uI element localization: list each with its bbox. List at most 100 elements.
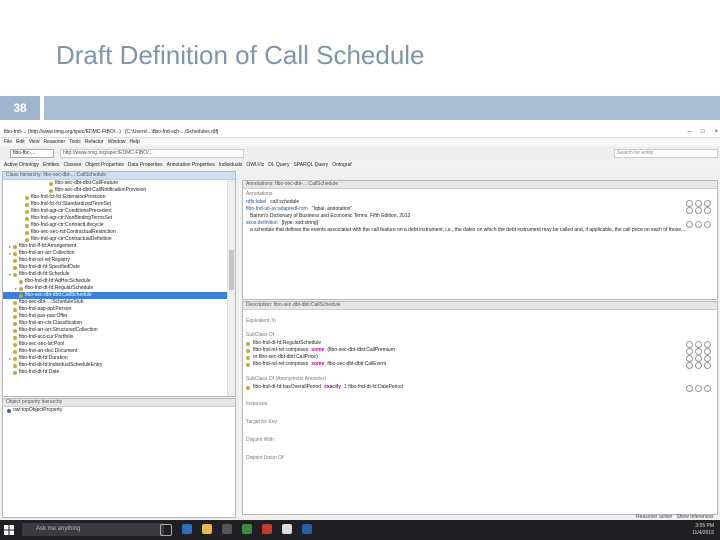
clock-date: 11/4/2015 [692,530,714,536]
tree-item[interactable]: fibo-sec-dbt-dbti:CallFeature [3,180,227,187]
tree-item[interactable]: ▸ fibo-fnd-dt-fd:Duration [3,355,227,362]
class-icon [13,300,17,305]
tree-item[interactable]: fibo-fnd-rel-rel:Registry [3,257,227,264]
section-target-for-key[interactable]: Target for Key [243,417,717,427]
tree-item[interactable]: fibo-fnd-arr-cls:Classification [3,320,227,327]
store-icon[interactable] [222,524,232,534]
equivalent-to-label: Equivalent To [246,318,276,324]
menu-item-help[interactable]: Help [130,139,140,145]
annotation-value: "Iqbal, annotation" [311,206,353,212]
tree-item[interactable]: owl:topObjectProperty [3,407,235,414]
description-header: Description: fibo-sec-dbt-dbti:CallSched… [243,302,717,310]
tree-item[interactable]: fibo-fnd-agr-ctr:ConditionsPrecedent [3,208,227,215]
tree-item[interactable]: fibo-sec-sec-rst:ContractualRestriction [3,229,227,236]
tree-item[interactable]: fibo-fnd-agr-ctr:ContractualDefinition [3,236,227,243]
tree-item[interactable]: fibo-sec-dbt-...:ScheduleStub [3,299,227,306]
tab-annotation-properties[interactable]: Annotation Properties [167,162,215,168]
scrollbar-thumb[interactable] [229,250,234,290]
tree-item[interactable]: fibo-fnd-arr-doc:Document [3,348,227,355]
axiom-row[interactable]: fibo-fnd-rel-rel:comprises some (fibo-sec-… [243,347,717,355]
remove-icon[interactable] [695,385,702,392]
tab-ontograf[interactable]: Ontograf [332,162,351,168]
annotation-property[interactable]: skos:definition [246,220,278,227]
tree-item-label: fibo-sec-dbt-dbti:CallFeature [55,180,119,186]
annotation-list: rdfs:label call schedule fibo-fnd-utl-av:a… [243,199,717,241]
powerpoint-icon[interactable] [262,524,272,534]
section-instances[interactable]: Instances [243,399,717,409]
tab-active-ontology[interactable]: Active Ontology [4,162,39,168]
tree-item[interactable]: fibo-fnd-fct-fct:ExtensionProvision [3,194,227,201]
class-tree: fibo-sec-dbt-dbti:CallFeature fibo-sec-db… [3,180,227,396]
axiom-row[interactable]: fibo-fnd-dt-fd:RegularSchedule [243,340,717,348]
annotate-icon[interactable] [686,385,693,392]
ontology-url-field[interactable]: http://www.omg.org/spec/EDMC-FIBO/... [60,149,244,158]
tree-item[interactable]: fibo-fnd-agr-ctr:ContractLifecycle [3,222,227,229]
tree-item[interactable]: ▸ fibo-fnd-ff-fd:Arrangement [3,243,227,250]
tab-dl-query[interactable]: DL Query [268,162,289,168]
tree-item[interactable]: fibo-fnd-dt-fd:IndividualScheduleEntry [3,362,227,369]
tab-entities[interactable]: Entities [43,162,59,168]
menu-item-view[interactable]: View [29,139,40,145]
axiom-row[interactable]: fibo-fnd-rel-rel:comprises some fibo-sec-d… [243,361,717,369]
tree-item[interactable]: fibo-fnd-arr-arr:StructuredCollection [3,327,227,334]
tree-item[interactable]: fibo-fnd-acc-cur:Portfolio [3,334,227,341]
tab-owlviz[interactable]: OWLViz [246,162,264,168]
menu-item-tools[interactable]: Tools [69,139,81,145]
tree-item[interactable]: fibo-sec-dbt-dbti:CallSchedule [3,292,227,299]
class-tree-scrollbar[interactable] [227,180,235,396]
menu-item-window[interactable]: Window [108,139,126,145]
description-panel: Description: fibo-sec-dbt-dbti:CallSched… [242,301,718,515]
app-icon[interactable] [242,524,252,534]
tree-item[interactable]: fibo-fnd-aap-ppl:Person [3,306,227,313]
tree-item[interactable]: ▸ fibo-fnd-arr-arr:Collection [3,250,227,257]
active-ontology-select[interactable]: fibo-fbc-... [10,149,54,158]
subclass-list: fibo-fnd-dt-fd:RegularSchedule fibo-fnd-r… [243,340,717,369]
section-disjoint-with[interactable]: Disjoint With [243,435,717,445]
tree-item[interactable]: fibo-fnd-dt-fd:SpecifiedDate [3,264,227,271]
protege-icon[interactable] [282,524,292,534]
system-clock[interactable]: 3:55 PM 11/4/2015 [692,523,714,537]
edit-icon[interactable] [704,362,711,369]
tree-item[interactable]: ▾ fibo-fnd-dt-fd:Schedule [3,271,227,278]
menu-item-file[interactable]: File [4,139,12,145]
tree-item[interactable]: fibo-fnd-agr-ctr:NonBindingTermsSet [3,215,227,222]
tab-data-properties[interactable]: Data Properties [128,162,163,168]
menu-item-edit[interactable]: Edit [16,139,25,145]
maximize-icon[interactable]: □ [697,128,705,137]
tab-classes[interactable]: Classes [63,162,81,168]
close-icon[interactable]: × [710,128,718,137]
axiom-keyword: some [311,347,325,353]
windows-start-icon[interactable] [4,525,14,535]
tab-individuals[interactable]: Individuals [219,162,243,168]
remove-icon[interactable] [695,362,702,369]
menu-item-refactor[interactable]: Refactor [85,139,104,145]
file-explorer-icon[interactable] [202,524,212,534]
annotation-property[interactable]: fibo-fnd-utl-av:adaptedFrom [246,206,308,213]
taskbar-search-input[interactable]: Ask me anything [22,523,164,536]
section-disjoint-union-of[interactable]: Disjoint Union Of [243,453,717,463]
tree-item[interactable]: fibo-fnd-pas-pas:Offer [3,313,227,320]
annotation-property[interactable]: rdfs:label [246,199,266,206]
axiom-keyword: exactly [324,384,342,390]
tree-item[interactable]: fibo-fnd-dt-fd:AdHocSchedule [3,278,227,285]
minimize-icon[interactable]: – [684,128,691,137]
toolbar: fibo-fbc-... http://www.omg.org/spec/EDM… [0,147,720,159]
tree-item[interactable]: fibo-sec-dbt-dbti:CallNotificationProvis… [3,187,227,194]
edit-icon[interactable] [704,385,711,392]
axiom-row[interactable]: fibo-fnd-dt-fd:hasOverallPeriod exactly 1 … [243,384,717,392]
tree-item[interactable]: fibo-fnd-fct-fct:StandardizedTermSet [3,201,227,208]
word-icon[interactable] [302,524,312,534]
tab-sparql-query[interactable]: SPARQL Query [293,162,328,168]
tab-object-properties[interactable]: Object Properties [85,162,124,168]
tree-item[interactable]: fibo-fnd-dt-fd:Date [3,369,227,376]
menu-item-reasoner[interactable]: Reasoner [43,139,65,145]
annotation-row: rdfs:label call schedule [243,199,717,207]
tree-item[interactable]: ▸ fibo-fnd-dt-fd:RegularSchedule [3,285,227,292]
annotate-icon[interactable] [686,362,693,369]
entity-search-input[interactable]: Search for entity [614,149,718,158]
task-view-icon[interactable] [160,524,172,536]
edge-browser-icon[interactable] [182,524,192,534]
object-property-header: Object property hierarchy [3,399,235,407]
axiom-row[interactable]: or fibo-sec-dbt-dbti:CallPrice) [243,354,717,362]
tree-item[interactable]: fibo-sec-sec-lst:Pool [3,341,227,348]
